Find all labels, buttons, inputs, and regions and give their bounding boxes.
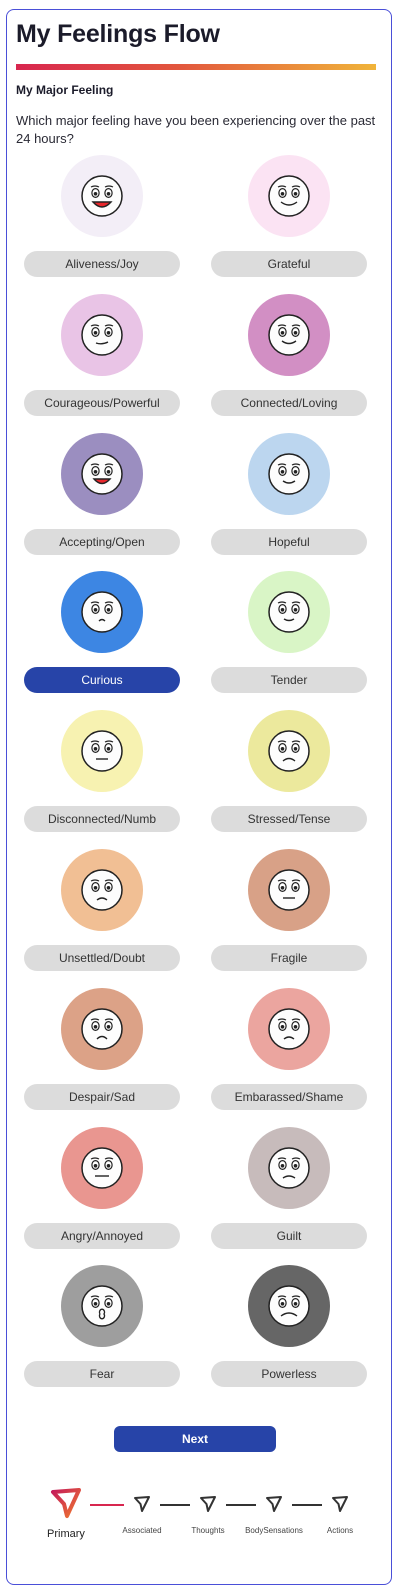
feeling-emoji[interactable] — [248, 432, 330, 515]
face-icon — [81, 1285, 123, 1328]
feeling-label-button[interactable]: Unsettled/Doubt — [24, 945, 180, 971]
feeling-label-button[interactable]: Tender — [211, 667, 367, 694]
feeling-emoji[interactable] — [248, 1265, 330, 1348]
step-thoughts[interactable]: Thoughts — [173, 1494, 243, 1535]
step-actions[interactable]: Actions — [305, 1494, 375, 1535]
face-icon — [81, 730, 123, 772]
step-icon — [305, 1494, 375, 1518]
step-label: Associated — [122, 1526, 162, 1535]
step-icon — [239, 1494, 309, 1518]
feeling-label-button[interactable]: Despair/Sad — [24, 1083, 180, 1110]
face-icon — [81, 1146, 123, 1189]
step-arrow-icon — [134, 1496, 150, 1512]
step-label: Primary — [47, 1528, 85, 1540]
feeling-label-button[interactable]: Hopeful — [211, 528, 367, 555]
progress-stepper: Primary Associated Thoughts BodySensatio… — [0, 1484, 400, 1554]
page-title: My Feelings Flow — [16, 20, 220, 48]
face-icon — [268, 1285, 310, 1328]
face-icon — [268, 591, 310, 634]
feeling-label-button[interactable]: Angry/Annoyed — [24, 1222, 180, 1249]
face-icon — [81, 1008, 123, 1050]
feeling-emoji[interactable] — [61, 849, 143, 931]
feeling-emoji[interactable] — [248, 710, 330, 793]
face-icon — [81, 591, 123, 634]
step-arrow-icon — [266, 1496, 282, 1512]
feeling-label-button[interactable]: Disconnected/Numb — [24, 806, 180, 833]
step-associated[interactable]: Associated — [107, 1494, 177, 1535]
next-button[interactable]: Next — [114, 1426, 276, 1452]
step-label: BodySensations — [245, 1526, 303, 1535]
feeling-emoji[interactable] — [61, 1265, 143, 1348]
feeling-emoji[interactable] — [61, 432, 143, 515]
feeling-emoji[interactable] — [61, 155, 143, 237]
feeling-label-button[interactable]: Fear — [24, 1361, 180, 1388]
section-label: My Major Feeling — [16, 83, 114, 97]
face-icon — [81, 869, 123, 911]
face-icon — [81, 452, 123, 495]
feeling-emoji[interactable] — [61, 987, 143, 1070]
feeling-emoji[interactable] — [61, 1126, 143, 1209]
primary-step-icon — [36, 1486, 96, 1524]
title-gradient-bar — [16, 64, 376, 70]
feeling-emoji[interactable] — [61, 571, 143, 654]
feeling-emoji[interactable] — [61, 293, 143, 376]
step-arrow-icon — [332, 1496, 348, 1512]
feeling-label-button[interactable]: Fragile — [211, 945, 367, 971]
step-arrow-icon — [200, 1496, 216, 1512]
face-icon — [268, 314, 310, 356]
step-label: Actions — [326, 1526, 354, 1535]
face-icon — [81, 175, 123, 217]
feeling-label-button[interactable]: Courageous/Powerful — [24, 389, 180, 416]
step-label: Thoughts — [191, 1526, 225, 1535]
face-icon — [268, 730, 310, 772]
face-icon — [268, 1008, 310, 1050]
feeling-emoji[interactable] — [248, 155, 330, 237]
face-icon — [268, 452, 310, 495]
feeling-emoji[interactable] — [248, 1126, 330, 1209]
feeling-label-button[interactable]: Embarassed/Shame — [211, 1083, 367, 1110]
primary-arrow-icon — [51, 1488, 81, 1518]
feeling-label-button[interactable]: Connected/Loving — [211, 389, 367, 416]
step-bodysensations[interactable]: BodySensations — [239, 1494, 309, 1535]
feeling-emoji[interactable] — [248, 571, 330, 654]
step-icon — [173, 1494, 243, 1518]
feeling-label-button[interactable]: Grateful — [211, 251, 367, 277]
feeling-emoji[interactable] — [61, 710, 143, 793]
feeling-label-button[interactable]: Curious — [24, 667, 180, 694]
question-text: Which major feeling have you been experi… — [16, 113, 376, 146]
step-primary[interactable]: Primary — [36, 1486, 96, 1540]
feeling-label-button[interactable]: Powerless — [211, 1361, 367, 1388]
feeling-label-button[interactable]: Stressed/Tense — [211, 806, 367, 833]
feeling-emoji[interactable] — [248, 987, 330, 1070]
face-icon — [81, 314, 123, 356]
face-icon — [268, 1146, 310, 1189]
feeling-label-button[interactable]: Aliveness/Joy — [24, 251, 180, 277]
feeling-label-button[interactable]: Guilt — [211, 1222, 367, 1249]
feeling-label-button[interactable]: Accepting/Open — [24, 528, 180, 555]
feeling-emoji[interactable] — [248, 849, 330, 931]
feeling-emoji[interactable] — [248, 293, 330, 376]
face-icon — [268, 175, 310, 217]
face-icon — [268, 869, 310, 911]
app-frame — [6, 9, 392, 1585]
step-icon — [107, 1494, 177, 1518]
